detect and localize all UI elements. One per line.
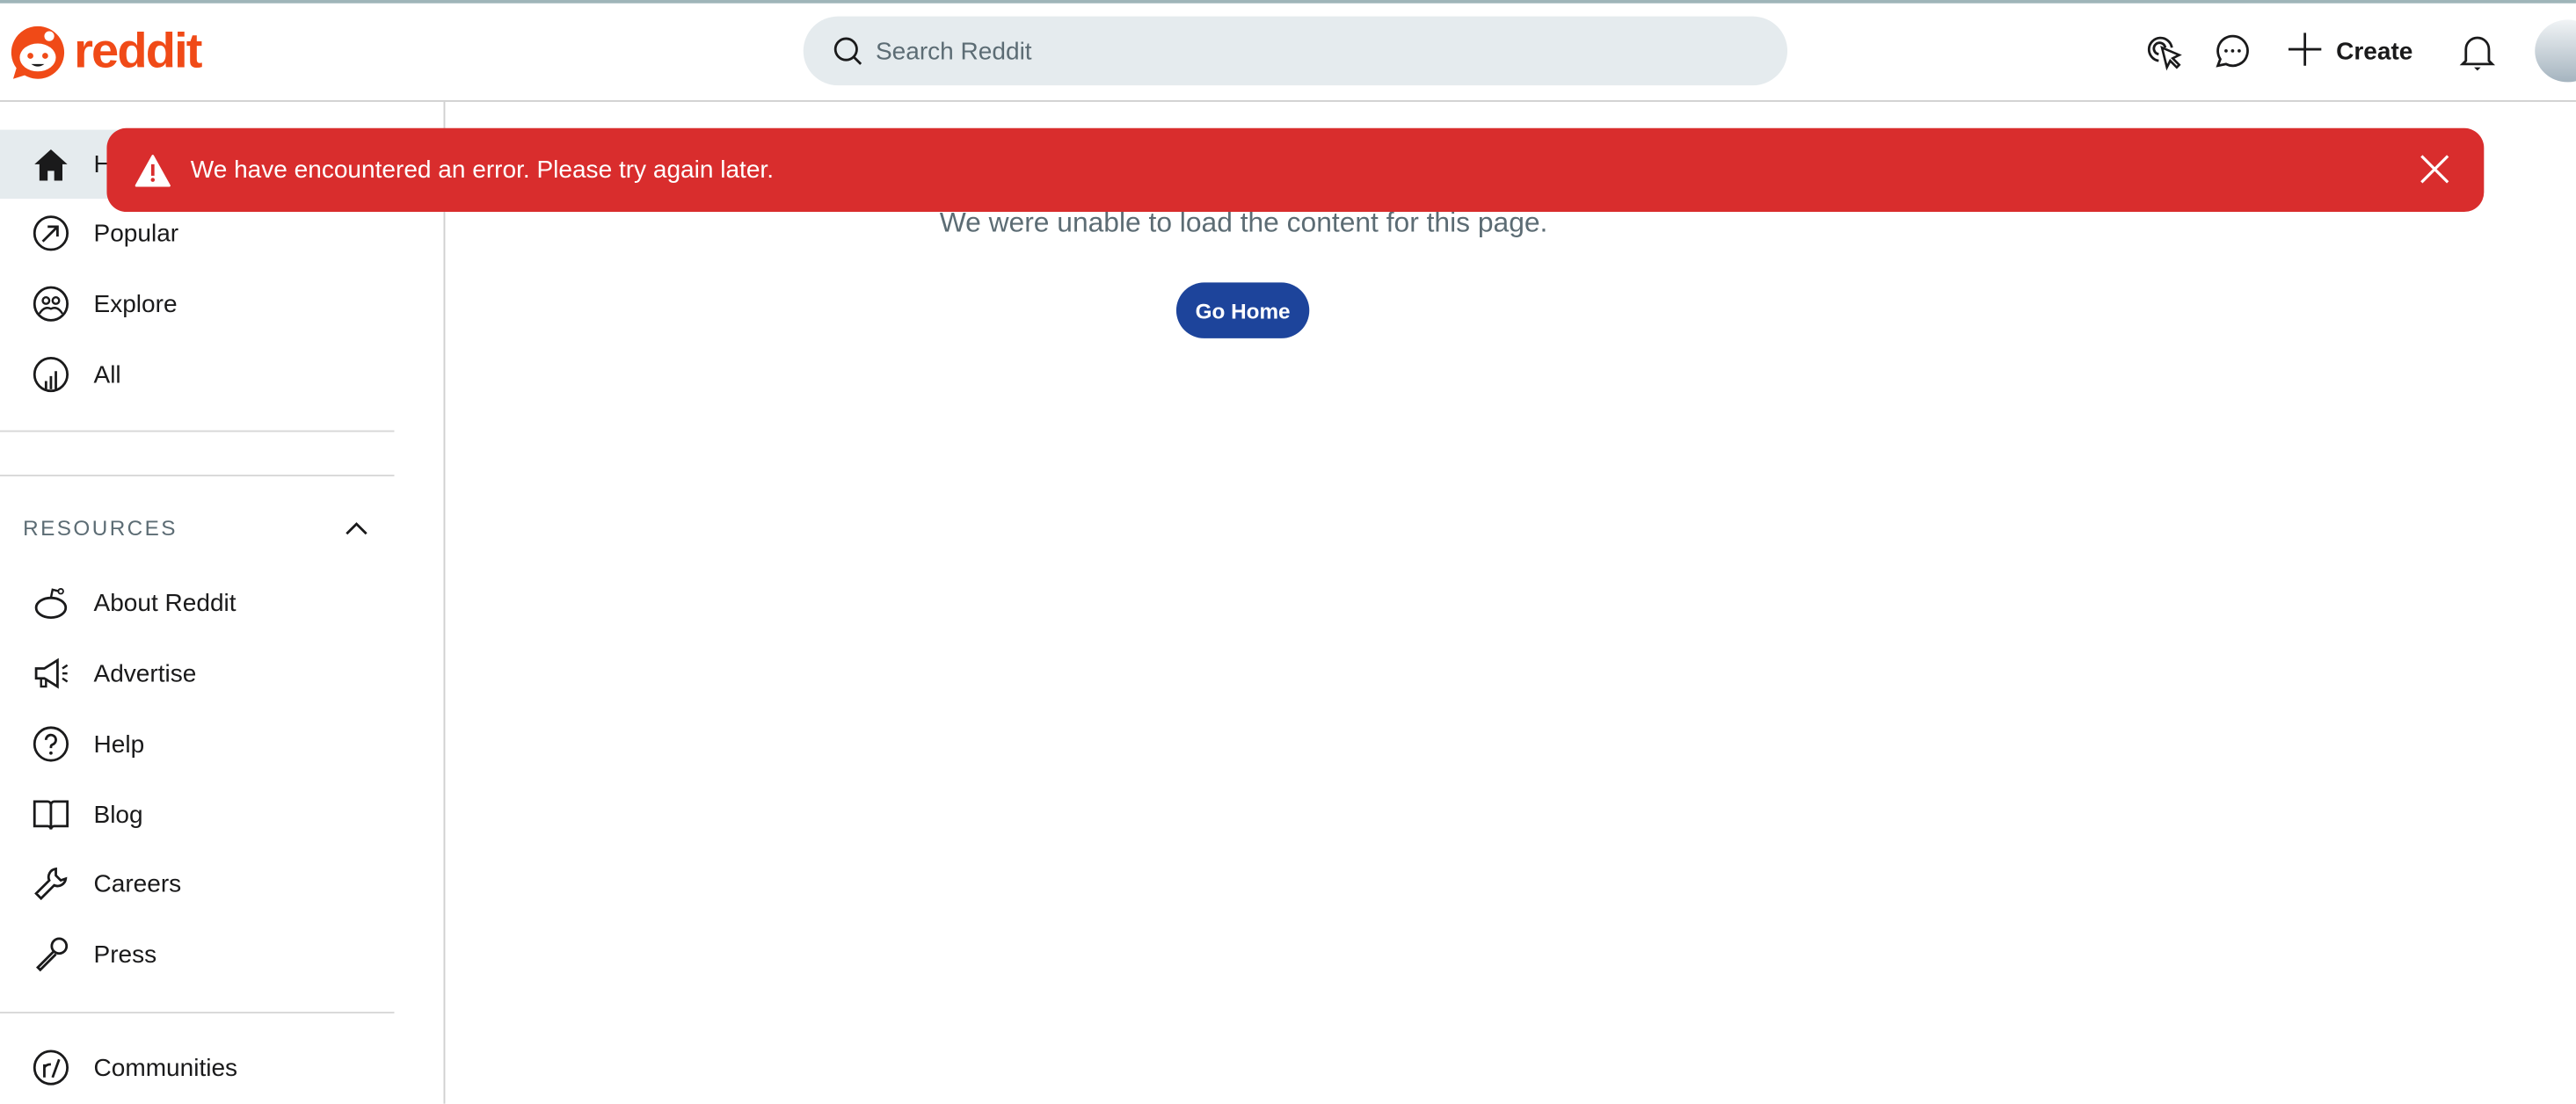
sidebar-item-press[interactable]: Press: [0, 919, 394, 988]
explore-icon: [33, 286, 69, 322]
logo-wordmark: reddit: [74, 25, 202, 79]
go-home-button[interactable]: Go Home: [1175, 282, 1310, 338]
sidebar-item-label: Popular: [93, 219, 179, 248]
sidebar-item-communities[interactable]: Communities: [0, 1033, 394, 1101]
sidebar-item-label: Careers: [93, 869, 182, 898]
error-toast: We have encountered an error. Please try…: [106, 127, 2485, 213]
search-input[interactable]: Search Reddit: [803, 16, 1788, 86]
chat-icon[interactable]: [2215, 33, 2251, 69]
communities-icon: [33, 1050, 69, 1086]
sidebar-item-label: Communities: [93, 1053, 238, 1082]
resources-heading: RESOURCES: [23, 515, 178, 541]
warning-icon: [135, 154, 171, 186]
all-chart-icon: [33, 356, 69, 393]
sidebar-item-careers[interactable]: Careers: [0, 849, 394, 918]
search-placeholder: Search Reddit: [875, 37, 1032, 65]
popular-arrow-icon: [33, 215, 69, 251]
bell-icon[interactable]: [2459, 33, 2496, 72]
megaphone-icon: [34, 657, 69, 689]
sidebar-item-label: Help: [93, 730, 145, 759]
page: reddit Search Reddit Create Home Popular…: [0, 0, 2576, 1104]
sidebar-divider: [0, 1012, 395, 1013]
home-icon: [34, 149, 68, 181]
sidebar-item-label: About Reddit: [93, 588, 236, 617]
sidebar-item-about-reddit[interactable]: About Reddit: [0, 569, 394, 637]
close-icon[interactable]: [2419, 153, 2451, 185]
reddit-alien-icon: [34, 587, 68, 619]
sidebar-item-blog[interactable]: Blog: [0, 781, 394, 849]
sidebar-item-label: Explore: [93, 289, 178, 318]
sidebar-item-label: Blog: [93, 800, 143, 829]
sidebar-item-label: Press: [93, 940, 157, 969]
user-avatar[interactable]: [2535, 19, 2576, 83]
reddit-logo[interactable]: reddit: [8, 23, 202, 82]
sidebar-item-label: All: [93, 360, 121, 389]
resources-section-toggle[interactable]: RESOURCES: [23, 516, 367, 541]
header: reddit Search Reddit Create: [0, 4, 2576, 102]
advertise-cursor-icon[interactable]: [2144, 33, 2184, 72]
plus-icon: [2288, 33, 2322, 66]
create-label[interactable]: Create: [2336, 38, 2412, 66]
sidebar-divider: [0, 475, 395, 476]
reddit-snoo-icon: [11, 25, 65, 79]
chevron-up-icon: [346, 521, 367, 534]
sidebar-divider: [0, 430, 395, 432]
sidebar-item-explore[interactable]: Explore: [0, 269, 394, 338]
search-icon: [833, 37, 862, 65]
sidebar-item-label: Advertise: [93, 659, 197, 688]
sidebar-item-help[interactable]: Help: [0, 709, 394, 778]
book-icon: [33, 800, 69, 830]
help-icon: [33, 726, 69, 762]
wrench-icon: [34, 867, 68, 901]
sidebar-item-advertise[interactable]: Advertise: [0, 639, 394, 708]
error-toast-message: We have encountered an error. Please try…: [190, 156, 775, 185]
create-button[interactable]: [2287, 32, 2323, 68]
microphone-icon: [35, 937, 69, 972]
sidebar-item-all[interactable]: All: [0, 340, 394, 409]
sidebar: Home Popular Explore All RESOURCES About…: [0, 101, 446, 1104]
